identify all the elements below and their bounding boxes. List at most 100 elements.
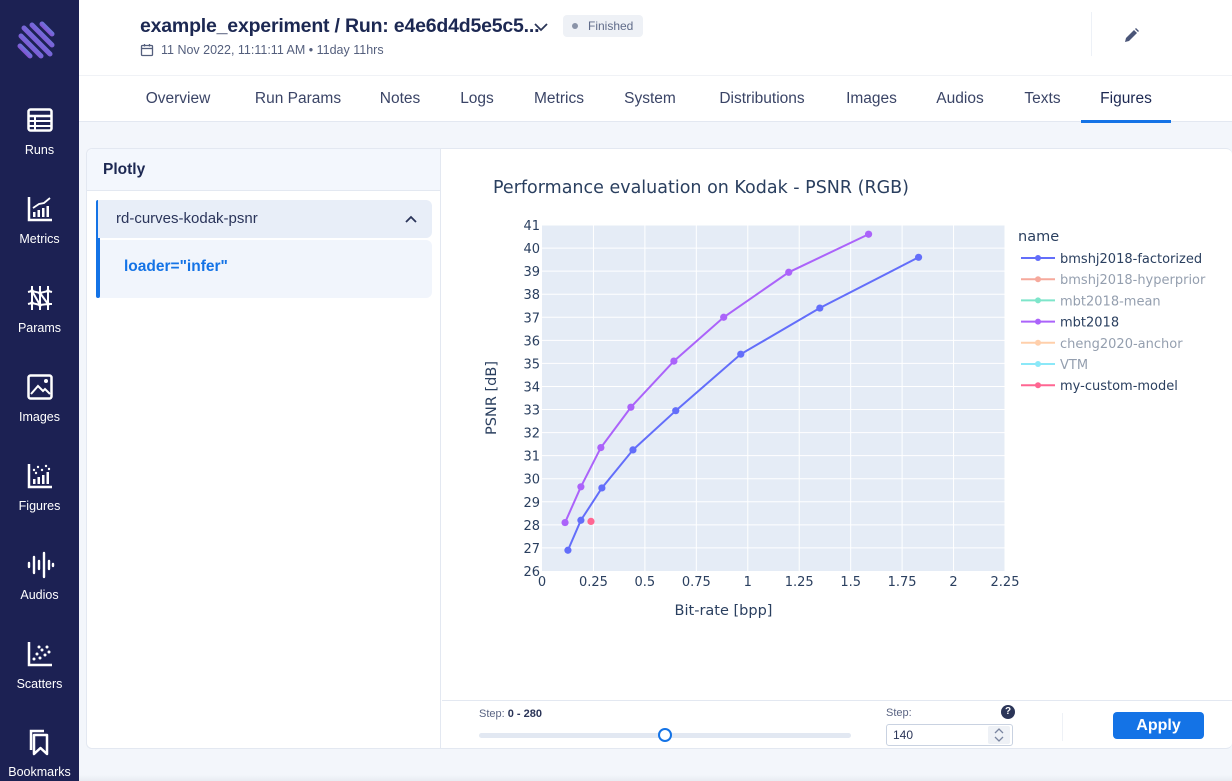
legend-item[interactable]: mbt2018-mean — [1021, 294, 1161, 309]
apply-button[interactable]: Apply — [1113, 712, 1204, 739]
tab-overview[interactable]: Overview — [140, 76, 216, 122]
data-point-bmshj2018-factorized — [816, 304, 824, 312]
run-tabs: Overview Run Params Notes Logs Metrics S… — [79, 75, 1232, 123]
step-slider-thumb[interactable] — [658, 728, 672, 742]
sidebar-item-label: Audios — [20, 588, 59, 602]
data-point-bmshj2018-factorized — [737, 350, 745, 358]
data-point-mbt2018 — [561, 518, 569, 527]
y-tick-label: 29 — [523, 496, 540, 511]
figure-item[interactable]: loader="infer" — [98, 240, 432, 298]
sidebar-item-bookmarks[interactable]: Bookmarks — [0, 727, 79, 781]
legend-item[interactable]: VTM — [1021, 358, 1088, 373]
x-axis-title: Bit-rate [bpp] — [675, 603, 773, 619]
sidebar-item-audios[interactable]: Audios — [0, 550, 79, 604]
legend-label: bmshj2018-factorized — [1060, 252, 1202, 267]
tab-images[interactable]: Images — [843, 76, 900, 122]
figure-list-title: Plotly — [87, 149, 440, 191]
figures-panel: Plotly rd-curves-kodak-psnr loader="infe… — [86, 148, 1232, 749]
legend-item[interactable]: mbt2018 — [1021, 316, 1119, 331]
legend-marker-icon — [1035, 276, 1041, 283]
legend-marker-icon — [1035, 255, 1041, 261]
y-tick-label: 32 — [523, 427, 540, 442]
aim-logo-icon[interactable] — [14, 18, 60, 64]
header-divider — [1091, 12, 1092, 56]
tab-figures[interactable]: Figures — [1081, 76, 1171, 123]
data-point-bmshj2018-factorized — [914, 253, 923, 261]
legend-label: VTM — [1060, 358, 1088, 373]
tab-logs[interactable]: Logs — [456, 76, 498, 122]
step-controls: Step:0 - 280 Step: ? Apply — [442, 700, 1232, 748]
legend-marker-icon — [1035, 361, 1041, 367]
status-badge: Finished — [563, 15, 644, 37]
legend-label: mbt2018 — [1060, 316, 1119, 331]
data-point-mbt2018 — [720, 313, 728, 321]
legend-item[interactable]: cheng2020-anchor — [1021, 337, 1183, 352]
sidebar-item-figures[interactable]: Figures — [0, 461, 79, 515]
sidebar-item-scatters[interactable]: Scatters — [0, 639, 79, 693]
stepper-arrows-icon[interactable] — [988, 726, 1010, 744]
data-point-bmshj2018-factorized — [564, 546, 572, 554]
chevron-up-icon[interactable] — [404, 212, 418, 226]
y-axis-title: PSNR [dB] — [484, 361, 500, 435]
image-icon — [26, 374, 53, 400]
legend-marker-icon — [1035, 318, 1041, 325]
data-point-bmshj2018-factorized — [577, 516, 585, 524]
params-icon — [27, 286, 52, 310]
run-header: example_experiment / Run: e4e6d4d5e5c5..… — [79, 0, 1232, 75]
y-tick-label: 26 — [523, 565, 540, 580]
y-tick-label: 31 — [523, 450, 540, 465]
y-tick-label: 40 — [523, 242, 540, 257]
figure-group-header[interactable]: rd-curves-kodak-psnr — [98, 200, 432, 238]
step-label-text: Step: — [479, 708, 505, 720]
tab-system[interactable]: System — [620, 76, 680, 122]
step-range-value: 0 - 280 — [507, 708, 542, 720]
legend-item[interactable]: bmshj2018-hyperprior — [1021, 273, 1206, 288]
tab-notes[interactable]: Notes — [375, 76, 425, 122]
sidebar-item-params[interactable]: Params — [0, 283, 79, 337]
legend-title: name — [1018, 229, 1059, 245]
data-point-my-custom-model — [587, 517, 595, 526]
legend-marker-icon — [1035, 297, 1041, 304]
sidebar-item-runs[interactable]: Runs — [0, 105, 79, 159]
tab-audios[interactable]: Audios — [933, 76, 987, 122]
plotly-chart[interactable]: 0 0.25 0.5 0.75 1 1.25 1.5 1.75 2 2.25 26 27 28 29 30 3… — [442, 149, 1232, 700]
tab-metrics[interactable]: Metrics — [528, 76, 590, 122]
edit-pencil-icon[interactable] — [1121, 26, 1141, 46]
y-tick-label: 34 — [523, 380, 540, 395]
calendar-icon — [140, 44, 154, 57]
y-tick-label: 39 — [523, 265, 540, 280]
x-tick-label: 0.75 — [682, 575, 711, 590]
status-dot-icon — [572, 23, 578, 29]
controls-divider — [1062, 713, 1063, 741]
chevron-down-icon[interactable] — [532, 18, 550, 36]
x-tick-label: 0.25 — [579, 575, 608, 590]
legend-marker-icon — [1035, 339, 1041, 346]
sidebar-item-metrics[interactable]: Metrics — [0, 194, 79, 248]
legend-label: my-custom-model — [1060, 379, 1178, 394]
legend-item[interactable]: my-custom-model — [1021, 379, 1178, 394]
tab-distributions[interactable]: Distributions — [713, 76, 811, 122]
bookmark-icon — [29, 729, 48, 756]
chart-svg[interactable]: 0 0.25 0.5 0.75 1 1.25 1.5 1.75 2 2.2526272829303… — [442, 149, 1232, 700]
run-date: 11 Nov 2022, 11:11:11 AM • 11day 11hrs — [140, 43, 384, 57]
tab-run-params[interactable]: Run Params — [249, 76, 347, 122]
sidebar-item-images[interactable]: Images — [0, 372, 79, 426]
tab-texts[interactable]: Texts — [1020, 76, 1065, 122]
bottom-edge — [79, 775, 1232, 781]
data-point-bmshj2018-factorized — [672, 407, 680, 415]
y-tick-label: 37 — [523, 311, 540, 326]
y-tick-label: 41 — [523, 219, 540, 234]
sidebar-item-label: Images — [19, 410, 60, 424]
help-icon[interactable]: ? — [1001, 705, 1015, 719]
legend-label: mbt2018-mean — [1060, 294, 1161, 309]
legend-item[interactable]: bmshj2018-factorized — [1021, 252, 1202, 267]
figures-icon — [27, 464, 52, 489]
data-point-mbt2018 — [577, 483, 585, 491]
data-point-mbt2018 — [670, 357, 678, 365]
sidebar-item-label: Scatters — [16, 677, 63, 691]
app-root: Runs Metrics Params Images Figures Audio… — [0, 0, 1232, 781]
step-slider[interactable] — [479, 728, 851, 742]
figure-group: rd-curves-kodak-psnr loader="infer" — [96, 200, 432, 298]
y-tick-label: 33 — [523, 404, 540, 419]
legend-marker-icon — [1035, 382, 1041, 389]
